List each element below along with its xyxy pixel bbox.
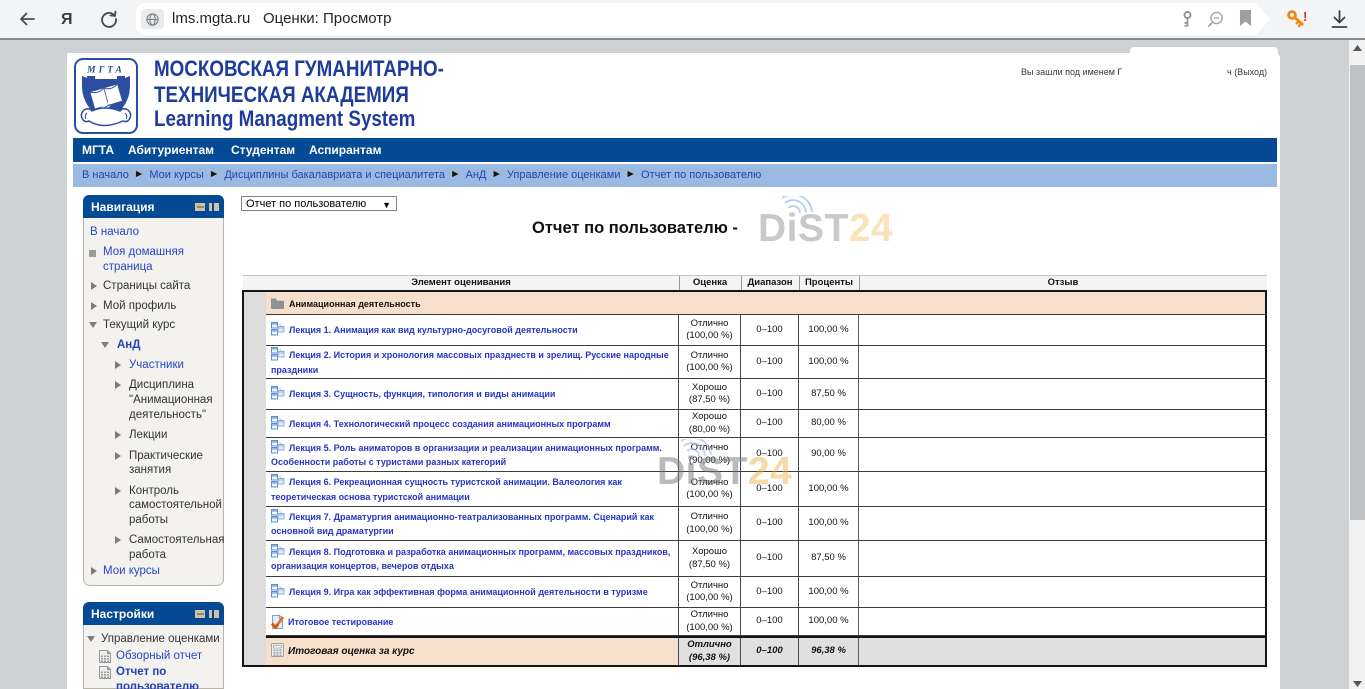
svg-text:!: !: [1303, 9, 1307, 24]
svg-text:МГТА: МГТА: [86, 66, 125, 76]
